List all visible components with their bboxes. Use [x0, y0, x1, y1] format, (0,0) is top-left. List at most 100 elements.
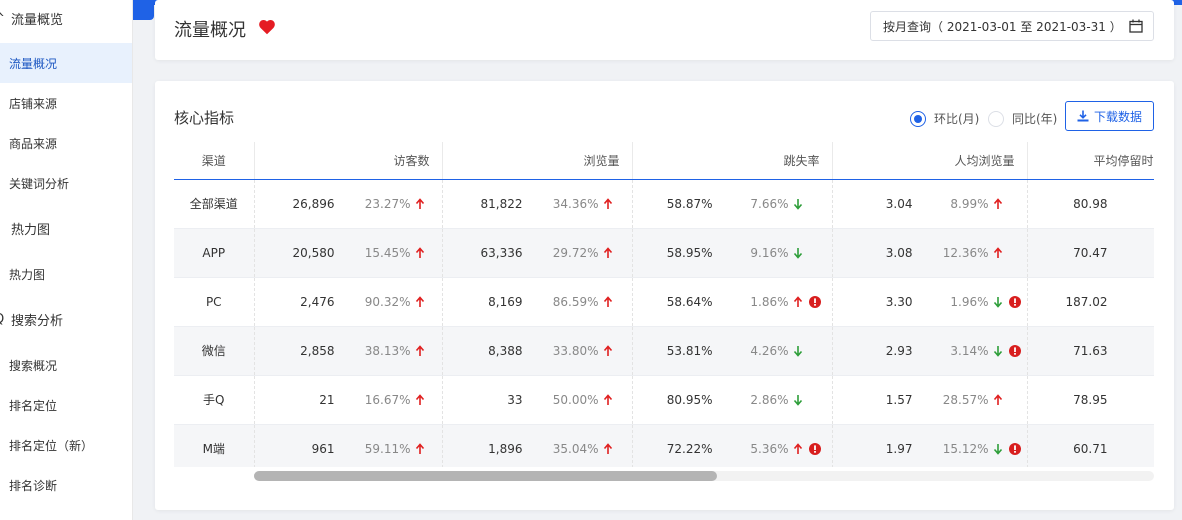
arrow-up-icon [603, 197, 612, 209]
metric-value: 8,169 [488, 294, 523, 309]
arrow-down-icon [993, 296, 1002, 308]
table-header-row: 渠道 访客数 浏览量 跳失率 人均浏览量 平均停留时 [174, 142, 1154, 180]
sidebar-item-product-source[interactable]: 商品来源 [0, 123, 132, 163]
change-rate: 9.16% [750, 245, 789, 260]
change-rate: 38.13% [364, 343, 411, 358]
metric-value: 3.08 [885, 245, 913, 260]
sidebar-item-store-source[interactable]: 店铺来源 [0, 83, 132, 123]
metric-cell: 26,896 23.27% [253, 179, 442, 229]
metric-cell: 1.57 28.57% [831, 375, 1027, 425]
metric-cell: 58.95% 9.16% [631, 228, 832, 278]
change-rate: 23.27% [364, 196, 411, 211]
change-rate: 1.96% [950, 294, 989, 309]
sidebar-item-label: 店铺来源 [9, 96, 58, 111]
metric-cell: 1,896 35.04% [441, 424, 632, 467]
arrow-up-icon [415, 197, 424, 209]
download-label: 下载数据 [1093, 109, 1142, 124]
column-header[interactable]: 人均浏览量 [831, 142, 1027, 180]
metric-cell: 2,858 38.13% [253, 326, 442, 376]
sidebar-item-search-overview[interactable]: 搜索概况 [0, 345, 132, 385]
metric-cell: 58.87% 7.66% [631, 179, 832, 229]
horizontal-scrollbar[interactable] [254, 471, 1154, 481]
download-data-button[interactable]: 下载数据 [1065, 101, 1154, 131]
calendar-icon [1129, 19, 1143, 33]
radio-unchecked-icon [988, 110, 1004, 127]
change-rate: 22 [1108, 246, 1155, 260]
radio-month-over-month[interactable]: 环比(月) [910, 110, 979, 127]
arrow-up-icon [993, 246, 1002, 258]
warning-icon[interactable] [808, 295, 821, 308]
heart-icon[interactable] [258, 19, 276, 35]
change-rate: 3.14% [950, 343, 989, 358]
sidebar-group-search[interactable]: Q 搜索分析 [0, 299, 63, 339]
core-metrics-card: 核心指标 环比(月) 同比(年) 下载数据 渠道 访客数 浏览量 跳失率 人均浏… [155, 81, 1174, 510]
metric-cell: 33 50.00% [441, 375, 632, 425]
radio-label: 同比(年) [1012, 112, 1058, 126]
arrow-up-icon [415, 344, 424, 356]
metric-cell: 21 16.67% [253, 375, 442, 425]
channel-cell: M端 [174, 424, 254, 467]
scrollbar-thumb[interactable] [254, 471, 717, 481]
metric-value: 58.64% [666, 294, 713, 309]
column-header[interactable]: 访客数 [253, 142, 442, 180]
metrics-table: 渠道 访客数 浏览量 跳失率 人均浏览量 平均停留时 全部渠道 26,896 23.… [174, 142, 1154, 467]
metric-cell: 2.93 3.14% [831, 326, 1027, 376]
arrow-up-icon [993, 393, 1002, 405]
metric-value: 58.95% [666, 245, 713, 260]
warning-icon[interactable] [1008, 295, 1021, 308]
chevron-icon: ^ [0, 11, 8, 26]
date-range-text: 按月查询（ 2021-03-01 至 2021-03-31 ） [883, 19, 1122, 34]
warning-icon[interactable] [1008, 344, 1021, 357]
table-row: 全部渠道 26,896 23.27% 81,822 34.36% 58.87% 7.66% 3… [174, 179, 1154, 229]
sidebar-item-keyword-analysis[interactable]: 关键词分析 [0, 163, 132, 203]
sidebar-item-label: 热力图 [9, 267, 46, 282]
warning-icon[interactable] [808, 442, 821, 455]
metric-value: 1,896 [488, 441, 523, 456]
metric-value: 20,580 [292, 245, 335, 260]
sidebar-group-traffic[interactable]: ^ 流量概览 [0, 0, 63, 38]
warning-icon[interactable] [1008, 442, 1021, 455]
sidebar-item-traffic-overview[interactable]: 流量概况 [0, 43, 132, 83]
arrow-up-icon [415, 295, 424, 307]
arrow-up-icon [603, 344, 612, 356]
column-header[interactable]: 浏览量 [441, 142, 632, 180]
arrow-down-icon [793, 345, 802, 357]
sidebar-group-label: 流量概览 [11, 12, 64, 28]
page-header-card: 流量概况 按月查询（ 2021-03-01 至 2021-03-31 ） [155, 0, 1174, 60]
arrow-up-icon [793, 442, 802, 454]
arrow-down-icon [993, 345, 1002, 357]
metric-cell: 8,169 86.59% [441, 277, 632, 327]
radio-label: 环比(月) [934, 112, 980, 126]
sidebar-item-label: 关键词分析 [9, 176, 70, 191]
metric-cell: 63,336 29.72% [441, 228, 632, 278]
channel-cell: 手Q [174, 375, 254, 425]
change-rate: 15.45% [364, 245, 411, 260]
column-header[interactable]: 平均停留时 [1026, 142, 1154, 180]
change-rate: 90.32% [364, 294, 411, 309]
change-rate: 35.04% [552, 441, 599, 456]
metric-value: 53.81% [666, 343, 713, 358]
metric-cell: 58.64% 1.86% [631, 277, 832, 327]
table-row: 微信 2,858 38.13% 8,388 33.80% 53.81% 4.26% 2.93 3… [174, 326, 1154, 376]
arrow-down-icon [793, 198, 802, 210]
sidebar-item-rank-position-new[interactable]: 排名定位（新） [0, 425, 132, 465]
sidebar-item-rank-position[interactable]: 排名定位 [0, 385, 132, 425]
arrow-up-icon [603, 393, 612, 405]
metric-value: 3.04 [885, 196, 913, 211]
change-rate: 15.12% [942, 441, 989, 456]
sidebar-item-label: 排名诊断 [9, 478, 58, 493]
radio-year-over-year[interactable]: 同比(年) [988, 110, 1057, 127]
arrow-up-icon [603, 246, 612, 258]
column-header[interactable]: 渠道 [174, 142, 254, 180]
column-header[interactable]: 跳失率 [631, 142, 832, 180]
metric-value: 3.30 [885, 294, 913, 309]
table-row: 手Q 21 16.67% 33 50.00% 80.95% 2.86% 1.57 28.57% 7… [174, 375, 1154, 425]
sidebar-group-heatmap[interactable]: : 热力图 [0, 208, 50, 248]
sidebar-item-heatmap[interactable]: 热力图 [0, 254, 132, 294]
sidebar-item-label: 排名定位（新） [9, 438, 94, 453]
metric-value: 58.87% [666, 196, 713, 211]
sidebar-item-rank-diagnosis[interactable]: 排名诊断 [0, 465, 132, 505]
date-range-picker[interactable]: 按月查询（ 2021-03-01 至 2021-03-31 ） [870, 11, 1154, 41]
page-title: 流量概况 [174, 20, 246, 41]
metric-value: 26,896 [292, 196, 335, 211]
